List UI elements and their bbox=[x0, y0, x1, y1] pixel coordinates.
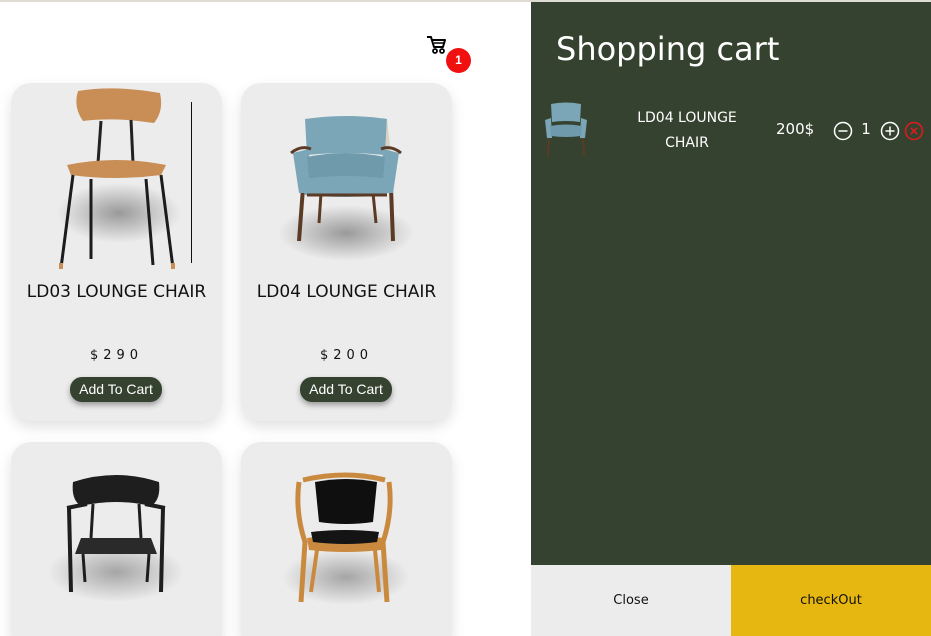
product-card bbox=[11, 442, 222, 636]
product-card bbox=[241, 442, 452, 636]
cart-item: LD04 LOUNGE CHAIR 200$ 1 bbox=[531, 96, 931, 158]
product-name: LD04 LOUNGE CHAIR bbox=[256, 282, 437, 302]
shopping-cart-panel: Shopping cart LD04 LOUNGE CHAIR 200$ 1 bbox=[531, 2, 931, 636]
product-name: LD03 LOUNGE CHAIR bbox=[26, 282, 207, 302]
remove-item-icon[interactable] bbox=[904, 121, 924, 141]
cart-item-name: LD04 LOUNGE CHAIR bbox=[637, 110, 737, 151]
cart-icon bbox=[427, 36, 446, 54]
cart-item-image bbox=[545, 102, 587, 157]
text-cursor-line bbox=[191, 102, 192, 263]
add-to-cart-button[interactable]: Add To Cart bbox=[300, 377, 392, 402]
increase-quantity-icon[interactable] bbox=[880, 121, 900, 141]
cart-title: Shopping cart bbox=[556, 30, 780, 68]
decrease-quantity-icon[interactable] bbox=[833, 121, 853, 141]
product-image-blue-armchair bbox=[278, 116, 414, 261]
checkout-button[interactable]: checkOut bbox=[731, 565, 931, 636]
product-price: $200 bbox=[319, 348, 374, 363]
close-button[interactable]: Close bbox=[531, 565, 731, 636]
product-price: $290 bbox=[89, 348, 144, 363]
cart-count-badge: 1 bbox=[446, 48, 471, 73]
product-image-leather-armchair bbox=[282, 472, 410, 605]
product-image-black-armchair bbox=[48, 475, 184, 602]
cart-item-quantity: 1 bbox=[861, 120, 871, 138]
cart-item-price: 200$ bbox=[776, 120, 815, 138]
product-card: LD04 LOUNGE CHAIR $200 Add To Cart bbox=[241, 83, 452, 421]
cart-button[interactable]: 1 bbox=[424, 33, 474, 75]
add-to-cart-button[interactable]: Add To Cart bbox=[70, 377, 162, 402]
